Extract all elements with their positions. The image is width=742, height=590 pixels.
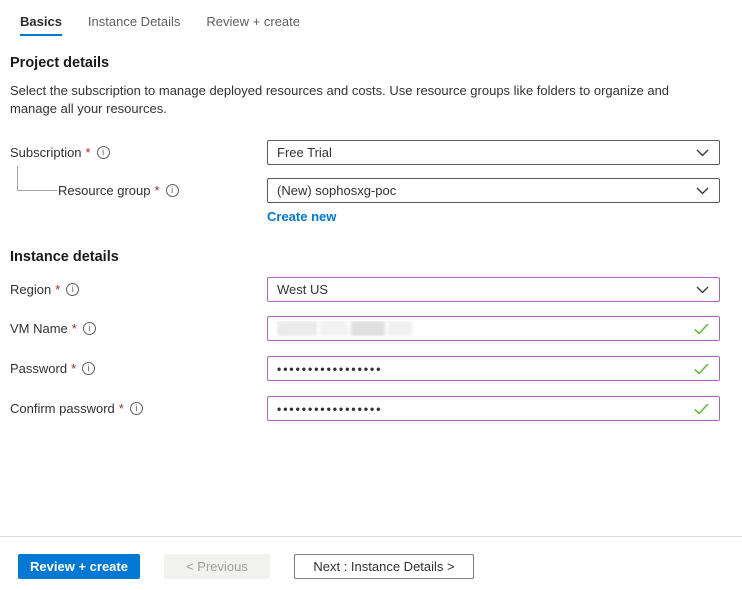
tab-bar: Basics Instance Details Review + create <box>0 0 742 36</box>
project-details-heading: Project details <box>10 55 720 71</box>
password-row: Password * i ••••••••••••••••• <box>10 356 720 381</box>
vm-name-redacted-value <box>277 321 694 336</box>
password-masked-value: ••••••••••••••••• <box>277 362 694 376</box>
info-icon-glyph: i <box>88 324 90 333</box>
resource-group-dropdown[interactable]: (New) sophosxg-poc <box>267 178 720 203</box>
confirm-password-label: Confirm password <box>10 401 115 416</box>
info-icon[interactable]: i <box>66 283 79 296</box>
tab-instance-details[interactable]: Instance Details <box>88 14 181 36</box>
resource-group-value: (New) sophosxg-poc <box>277 183 696 198</box>
info-icon[interactable]: i <box>166 184 179 197</box>
subscription-label-group: Subscription * i <box>10 140 267 165</box>
previous-button[interactable]: < Previous <box>164 554 270 579</box>
tab-basics[interactable]: Basics <box>20 14 62 36</box>
info-icon[interactable]: i <box>83 322 96 335</box>
subscription-row: Subscription * i Free Trial <box>10 140 720 165</box>
confirm-password-row: Confirm password * i ••••••••••••••••• <box>10 396 720 421</box>
confirm-password-input[interactable]: ••••••••••••••••• <box>267 396 720 421</box>
required-asterisk: * <box>119 401 124 416</box>
form-content: Project details Select the subscription … <box>0 55 742 421</box>
info-icon-glyph: i <box>72 285 74 294</box>
info-icon[interactable]: i <box>130 402 143 415</box>
footer-divider <box>0 536 742 537</box>
region-label-group: Region * i <box>10 277 267 302</box>
info-icon-glyph: i <box>135 404 137 413</box>
info-icon-glyph: i <box>102 148 104 157</box>
review-create-button[interactable]: Review + create <box>18 554 140 579</box>
required-asterisk: * <box>72 321 77 336</box>
next-instance-details-button[interactable]: Next : Instance Details > <box>294 554 474 579</box>
resource-group-label: Resource group <box>58 183 151 198</box>
subscription-dropdown[interactable]: Free Trial <box>267 140 720 165</box>
confirm-password-masked-value: ••••••••••••••••• <box>277 402 694 416</box>
chevron-down-icon <box>696 286 709 294</box>
valid-checkmark-icon <box>694 363 709 375</box>
vm-name-label: VM Name <box>10 321 68 336</box>
required-asterisk: * <box>71 361 76 376</box>
valid-checkmark-icon <box>694 403 709 415</box>
subscription-label: Subscription <box>10 145 82 160</box>
password-input[interactable]: ••••••••••••••••• <box>267 356 720 381</box>
vm-name-label-group: VM Name * i <box>10 316 267 341</box>
create-new-link[interactable]: Create new <box>267 209 336 224</box>
create-vm-basics-page: Basics Instance Details Review + create … <box>0 0 742 590</box>
subscription-value: Free Trial <box>277 145 696 160</box>
project-details-description: Select the subscription to manage deploy… <box>10 82 716 118</box>
footer-button-bar: Review + create < Previous Next : Instan… <box>18 554 474 579</box>
required-asterisk: * <box>155 183 160 198</box>
redacted-text-blur <box>277 321 694 336</box>
chevron-down-icon <box>696 187 709 195</box>
resource-group-row: Resource group * i (New) sophosxg-poc Cr… <box>10 178 720 224</box>
info-icon[interactable]: i <box>97 146 110 159</box>
valid-checkmark-icon <box>694 323 709 335</box>
chevron-down-icon <box>696 149 709 157</box>
region-label: Region <box>10 282 51 297</box>
info-icon-glyph: i <box>88 364 90 373</box>
vm-name-input[interactable] <box>267 316 720 341</box>
instance-details-heading: Instance details <box>10 249 720 265</box>
required-asterisk: * <box>55 282 60 297</box>
region-dropdown[interactable]: West US <box>267 277 720 302</box>
tab-review-create[interactable]: Review + create <box>206 14 300 36</box>
hierarchy-connector-line <box>17 166 57 191</box>
required-asterisk: * <box>86 145 91 160</box>
password-label: Password <box>10 361 67 376</box>
confirm-password-label-group: Confirm password * i <box>10 396 267 421</box>
region-row: Region * i West US <box>10 277 720 302</box>
vm-name-row: VM Name * i <box>10 316 720 341</box>
password-label-group: Password * i <box>10 356 267 381</box>
region-value: West US <box>277 282 696 297</box>
info-icon-glyph: i <box>171 186 173 195</box>
info-icon[interactable]: i <box>82 362 95 375</box>
